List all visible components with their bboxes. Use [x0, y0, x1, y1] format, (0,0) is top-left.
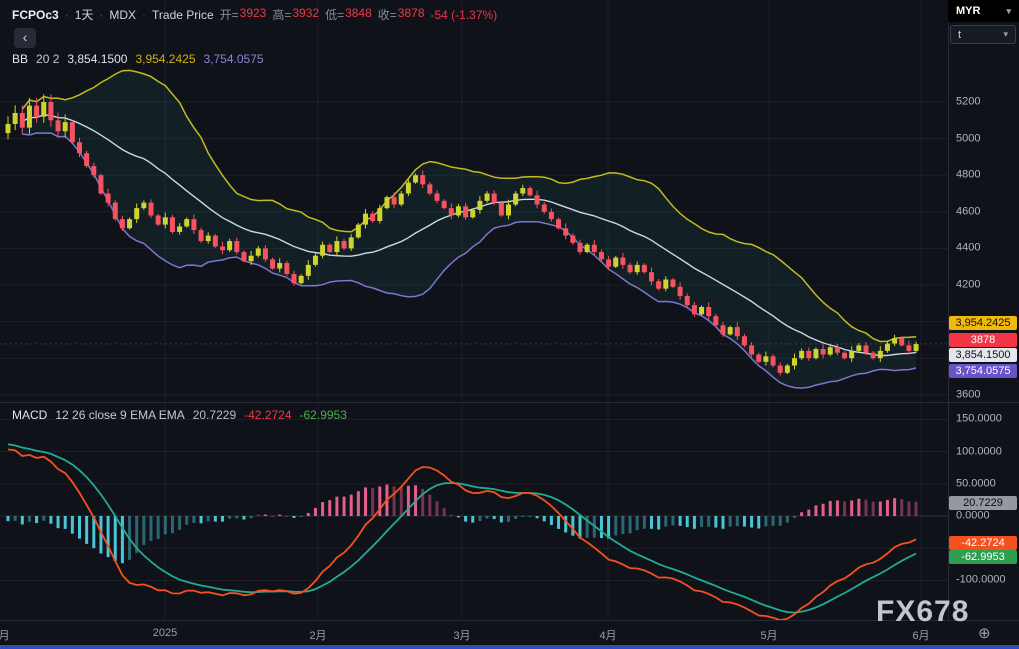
currency-value: MYR: [956, 5, 981, 17]
open-label: 开=: [219, 8, 239, 22]
bb-lower-value: 3,754.0575: [203, 52, 264, 66]
ohlc-low: 低= 3848: [325, 6, 372, 23]
macd-name: MACD: [12, 408, 48, 422]
price-source: Trade Price: [152, 7, 214, 22]
time-axis-label: 2025: [152, 627, 178, 639]
open-value: 3923: [239, 6, 267, 20]
macd-tick-label: 0.0000: [956, 509, 990, 522]
bb-lower-price-label: 3,754.0575: [949, 364, 1017, 378]
macd-tick-label: -100.0000: [956, 573, 1006, 586]
ohlc-close: 收= 3878: [378, 6, 425, 23]
time-axis-label: 5月: [760, 630, 778, 642]
tool-value: t: [958, 28, 962, 41]
bb-name: BB: [12, 52, 29, 66]
macd-hist-axis-label: 20.7229: [949, 496, 1017, 510]
time-axis-label: 6月: [912, 630, 930, 642]
close-value: 3878: [397, 6, 425, 20]
separator-dot: ·: [99, 7, 104, 22]
macd-signal-value: -62.9953: [299, 408, 347, 422]
watermark: FX678: [876, 595, 970, 628]
low-label: 低=: [325, 8, 345, 22]
low-value: 3848: [345, 6, 372, 20]
bottom-strip: [0, 645, 1019, 649]
exchange-name: MDX: [109, 7, 137, 22]
last-price-label: 3878: [949, 333, 1017, 347]
bb-upper-price-label: 3,954.2425: [949, 316, 1017, 330]
chart-header: FCPOc3 · 1天 · MDX · Trade Price 开= 3923 …: [12, 6, 497, 23]
price-scale[interactable]: 520050004800460044004200400038003600150.…: [948, 0, 1019, 620]
bb-basis-price-label: 3,854.1500: [949, 348, 1017, 362]
chevron-down-icon: ▾: [1003, 29, 1008, 39]
macd-pane[interactable]: [0, 404, 948, 620]
tool-selector[interactable]: t ▾: [950, 25, 1016, 44]
timezone-icon[interactable]: ⊕: [978, 624, 991, 642]
high-value: 3932: [292, 6, 320, 20]
ohlc-high: 高= 3932: [272, 6, 319, 23]
time-axis-label: 4月: [599, 630, 617, 642]
macd-line-value: -42.2724: [244, 408, 292, 422]
high-label: 高=: [272, 8, 292, 22]
pane-divider[interactable]: [0, 402, 1019, 403]
bb-upper-value: 3,954.2425: [135, 52, 196, 66]
symbol-name[interactable]: FCPOc3: [12, 8, 59, 22]
price-tick-label: 5000: [956, 132, 981, 145]
price-tick-label: 4400: [956, 241, 981, 254]
separator-dot: ·: [142, 7, 147, 22]
macd-legend[interactable]: MACD 12 26 close 9 EMA EMA 20.7229 -42.2…: [12, 408, 347, 422]
ohlc-open: 开= 3923: [220, 6, 267, 23]
interval-value[interactable]: 1天: [75, 6, 94, 23]
price-tick-label: 4600: [956, 205, 981, 218]
macd-tick-label: 50.0000: [956, 477, 996, 490]
macd-tick-label: 100.0000: [956, 445, 1002, 458]
time-axis-label: 2月: [309, 630, 327, 642]
separator-dot: ·: [64, 7, 69, 22]
back-button[interactable]: ‹: [14, 28, 36, 48]
macd-tick-label: 150.0000: [956, 412, 1002, 425]
chart-app: FCPOc3 · 1天 · MDX · Trade Price 开= 3923 …: [0, 0, 1019, 649]
time-scale[interactable]: 12月 2025 2月 3月 4月 5月 6月: [0, 620, 1019, 646]
price-tick-label: 3600: [956, 388, 981, 401]
macd-hist-value: 20.7229: [192, 408, 237, 422]
time-axis-label: 12月: [0, 630, 10, 642]
macd-params: 12 26 close 9 EMA EMA: [55, 408, 185, 422]
chevron-down-icon: ▾: [1006, 5, 1011, 16]
bb-params: 20 2: [36, 52, 60, 66]
time-axis-label: 3月: [453, 630, 471, 642]
bb-basis-value: 3,854.1500: [67, 52, 128, 66]
currency-selector[interactable]: MYR ▾: [948, 0, 1019, 22]
back-icon: ‹: [22, 29, 28, 45]
price-tick-label: 5200: [956, 95, 981, 108]
price-tick-label: 4800: [956, 168, 981, 181]
price-tick-label: 4200: [956, 278, 981, 291]
close-label: 收=: [377, 8, 397, 22]
macd-signal-axis-label: -62.9953: [949, 550, 1017, 564]
bb-legend[interactable]: BB 20 2 3,854.1500 3,954.2425 3,754.0575: [12, 52, 264, 66]
macd-line-axis-label: -42.2724: [949, 536, 1017, 550]
change-value: -54 (-1.37%): [430, 7, 498, 22]
